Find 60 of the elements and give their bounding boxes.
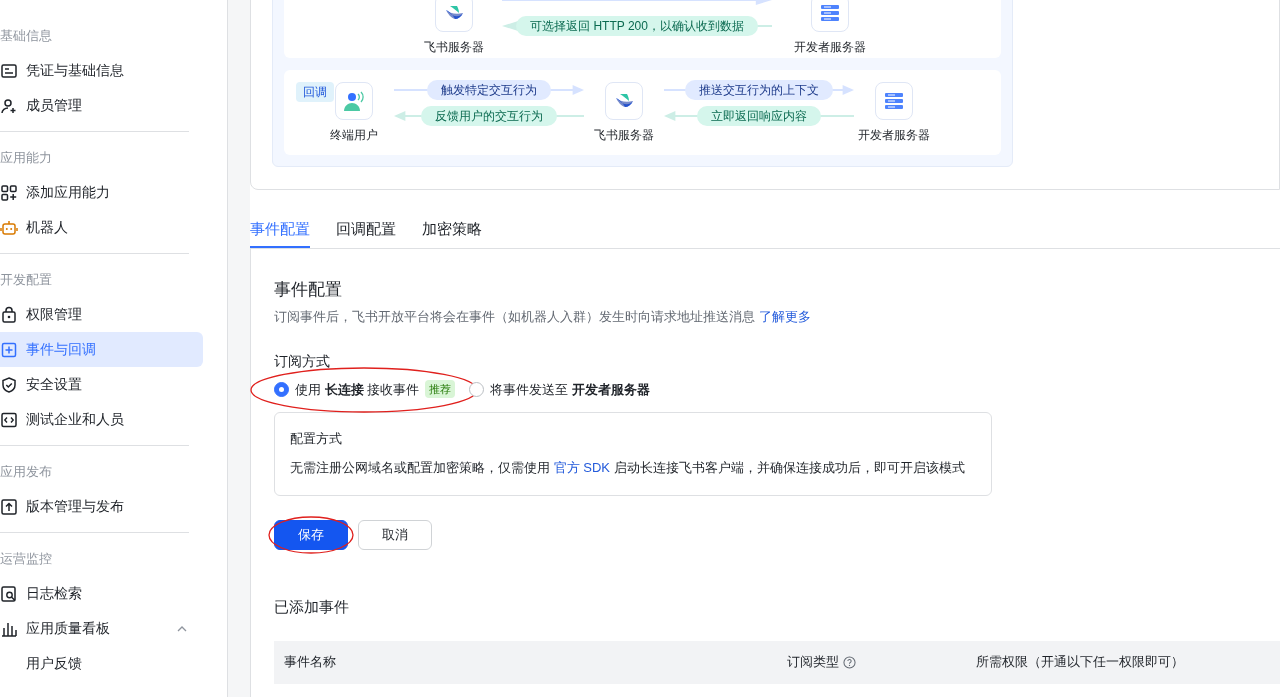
section-title: 开发配置: [0, 270, 53, 289]
cancel-button[interactable]: 取消: [358, 520, 432, 550]
node-label: 飞书服务器: [594, 126, 654, 144]
arrow-label: 推送交互行为的上下文: [685, 79, 833, 100]
add-user-icon: [0, 96, 18, 115]
sidebar-item[interactable]: 安全设置: [0, 367, 203, 402]
card-icon: [0, 61, 18, 80]
sidebar-item[interactable]: 应用质量看板: [0, 611, 203, 646]
arrow-label: 触发特定交互行为: [427, 79, 551, 100]
section-title: 基础信息: [0, 26, 53, 45]
document-search-icon: [0, 584, 18, 603]
help-icon[interactable]: [843, 655, 856, 669]
radio-button[interactable]: [469, 381, 485, 397]
column-header: 所需权限（开通以下任一权限即可）: [976, 653, 1184, 672]
sidebar-item[interactable]: 权限管理: [0, 297, 203, 332]
upload-icon: [0, 497, 18, 516]
sidebar-item[interactable]: 测试企业和人员: [0, 402, 203, 437]
sidebar-item[interactable]: 成员管理: [0, 88, 203, 123]
sidebar-item[interactable]: 事件与回调: [0, 332, 203, 367]
sidebar-item[interactable]: 用户反馈: [0, 646, 203, 681]
flow-tag: 回调: [296, 82, 334, 102]
code-icon: [0, 410, 18, 429]
sidebar-item[interactable]: 凭证与基础信息: [0, 53, 203, 88]
description-text: 订阅事件后，飞书开放平台将会在事件（如机器人入群）发生时向请求地址推送消息 了解更多: [274, 308, 812, 326]
tab[interactable]: 回调配置: [336, 212, 396, 248]
sidebar-item[interactable]: 日志检索: [0, 576, 203, 611]
section-title: 运营监控: [0, 549, 53, 568]
sidebar-item[interactable]: 版本管理与发布: [0, 489, 203, 524]
grid-plus-icon: [0, 183, 18, 202]
arrow-label: 立即返回响应内容: [697, 105, 821, 126]
sidebar-item[interactable]: 机器人: [0, 210, 203, 245]
section-heading: 事件配置: [274, 279, 343, 301]
lock-icon: [0, 305, 18, 324]
sdk-link[interactable]: 官方 SDK: [553, 459, 610, 475]
save-button[interactable]: 保存: [274, 520, 348, 550]
option-label[interactable]: 使用 长连接 接收事件: [295, 379, 420, 399]
option-label[interactable]: 将事件发送至 开发者服务器: [490, 379, 650, 399]
column-header: 事件名称: [284, 653, 336, 672]
node-label: 终端用户: [330, 126, 378, 144]
field-label: 订阅方式: [274, 351, 331, 371]
arrow-label: 反馈用户的交互行为: [421, 105, 557, 126]
section-title: 应用发布: [0, 462, 53, 481]
node-label: 开发者服务器: [858, 126, 930, 144]
learn-more-link[interactable]: 了解更多: [758, 309, 811, 324]
section-title: 应用能力: [0, 148, 53, 167]
recommended-tag: 推荐: [425, 380, 456, 399]
node-label: 飞书服务器: [424, 38, 484, 56]
shield-check-icon: [0, 375, 18, 394]
robot-icon: [0, 218, 18, 237]
node-label: 开发者服务器: [794, 38, 866, 56]
sidebar-item[interactable]: 添加应用能力: [0, 175, 203, 210]
tab[interactable]: 加密策略: [422, 212, 482, 248]
arrow-label: 可选择返回 HTTP 200，以确认收到数据: [516, 15, 758, 36]
plus-square-icon: [0, 340, 18, 359]
column-header: 订阅类型: [787, 653, 839, 672]
section-heading: 已添加事件: [274, 597, 350, 617]
radio-button[interactable]: [274, 381, 289, 397]
info-text: 无需注册公网域名或配置加密策略，仅需使用 官方 SDK 启动长连接飞书客户端，并确保连接成功后，即可开启该模式: [290, 458, 966, 477]
tab[interactable]: 事件配置: [250, 212, 310, 248]
info-title: 配置方式: [290, 430, 343, 448]
